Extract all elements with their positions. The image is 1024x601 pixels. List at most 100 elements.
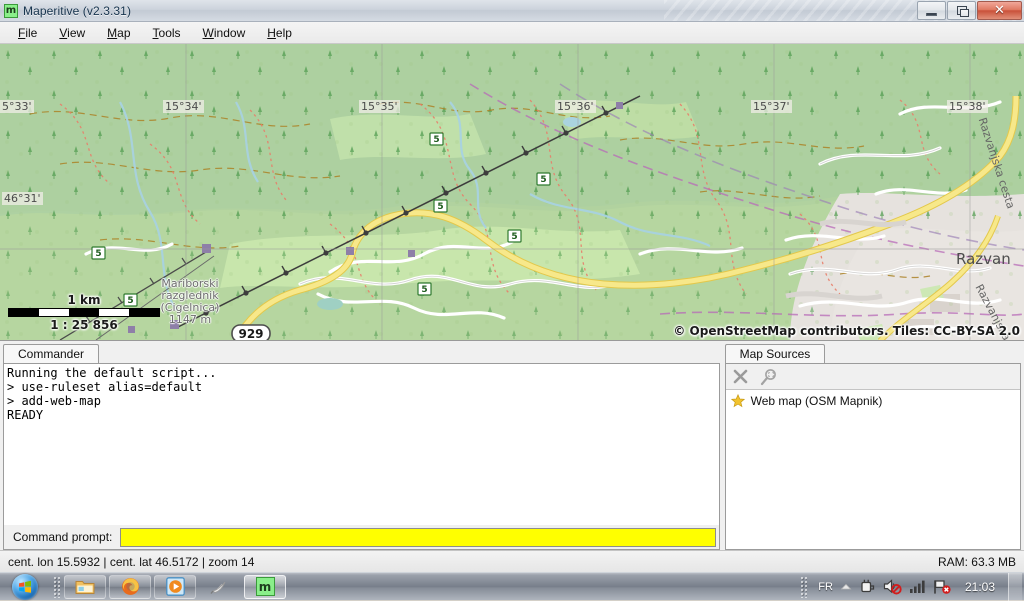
tray-grip[interactable] — [800, 575, 808, 598]
menu-view[interactable]: View — [49, 24, 95, 42]
menu-view-label: iew — [67, 25, 86, 40]
folder-icon — [75, 580, 95, 594]
remove-source-button[interactable] — [730, 366, 752, 388]
show-desktop-button[interactable] — [1008, 572, 1022, 601]
close-button[interactable]: ✕ — [977, 1, 1022, 20]
taskbar: m FR 21:03 — [0, 572, 1024, 601]
volume-muted-icon[interactable] — [883, 578, 902, 595]
svg-text:5: 5 — [421, 285, 427, 295]
svg-text:5: 5 — [511, 232, 517, 242]
scalebar-ratio: 1 : 25 856 — [50, 318, 118, 332]
list-item[interactable]: Web map (OSM Mapnik) — [726, 392, 1020, 410]
zoom-to-source-button[interactable] — [758, 366, 780, 388]
taskbar-media-player[interactable] — [154, 574, 196, 599]
lon-label-1: 15°34' — [163, 100, 204, 113]
map-sources-body: Web map (OSM Mapnik) — [724, 363, 1021, 550]
tab-map-sources[interactable]: Map Sources — [724, 344, 826, 363]
maperitive-m-icon: m — [4, 3, 18, 18]
windows-flag-icon — [19, 580, 31, 593]
lon-label-2: 15°35' — [359, 100, 400, 113]
close-icon: ✕ — [994, 3, 1005, 18]
map-canvas[interactable]: 5 5 5 5 5 5 5 929 5°33' 15°34' 15°35' 15… — [0, 44, 1024, 341]
menu-window-accel: W — [202, 25, 214, 40]
language-indicator[interactable]: FR — [818, 581, 833, 593]
scalebar-bar — [8, 308, 160, 317]
minimize-button[interactable] — [917, 1, 946, 20]
menu-file-label: ile — [25, 25, 38, 40]
svg-text:929: 929 — [238, 327, 263, 341]
menu-window[interactable]: Window — [193, 24, 256, 42]
maperitive-window: m Maperitive (v2.3.31) ✕ File View Map T… — [0, 0, 1024, 572]
map-sources-list: Web map (OSM Mapnik) — [725, 390, 1020, 549]
taskbar-grip[interactable] — [53, 575, 60, 598]
windows-logo-icon — [12, 573, 38, 600]
lon-label-0: 5°33' — [0, 100, 34, 113]
restore-icon — [956, 6, 969, 17]
svg-text:5: 5 — [540, 175, 546, 185]
tab-commander[interactable]: Commander — [3, 344, 100, 363]
scalebar-distance: 1 km — [67, 293, 101, 307]
docked-panels-area: Commander Running the default script... … — [0, 341, 1024, 550]
lat-label-0: 46°31' — [2, 192, 43, 205]
menubar: File View Map Tools Window Help — [0, 22, 1024, 44]
place-label-razvanje: Razvan — [956, 250, 1011, 268]
system-tray: FR 21:03 — [796, 572, 1024, 601]
taskbar-explorer[interactable] — [64, 574, 106, 599]
status-coordinates: cent. lon 15.5932 | cent. lat 46.5172 | … — [8, 554, 255, 569]
poi-label-line-4: 1147 m — [168, 313, 212, 326]
menu-view-accel: V — [59, 25, 68, 40]
map-source-label: Web map (OSM Mapnik) — [750, 394, 883, 408]
taskbar-clock[interactable]: 21:03 — [959, 580, 1001, 594]
lon-label-5: 15°38' — [947, 100, 988, 113]
menu-tools[interactable]: Tools — [143, 24, 191, 42]
map-sources-panel: Map Sources Web map (OSM Mapnik) — [724, 344, 1021, 550]
commander-panel: Commander Running the default script... … — [3, 344, 720, 550]
menu-file[interactable]: File — [8, 24, 47, 42]
menu-map-label: ap — [117, 25, 131, 40]
firefox-icon — [121, 578, 139, 595]
menu-help-accel: H — [267, 25, 276, 40]
show-hidden-icon[interactable] — [840, 582, 852, 592]
command-prompt-label: Command prompt: — [13, 530, 113, 544]
map-scalebar: 1 km 1 : 25 856 — [8, 293, 160, 332]
taskbar-unknown[interactable] — [199, 575, 241, 599]
menu-help[interactable]: Help — [257, 24, 302, 42]
search-icon — [760, 368, 776, 385]
menu-window-label: indow — [213, 25, 246, 40]
status-ram: RAM: 63.3 MB — [937, 554, 1016, 569]
lon-label-3: 15°36' — [555, 100, 596, 113]
menu-map[interactable]: Map — [97, 24, 140, 42]
start-button[interactable] — [1, 573, 49, 600]
lon-label-4: 15°37' — [751, 100, 792, 113]
road-shield-929: 929 — [231, 324, 271, 341]
svg-text:5: 5 — [95, 249, 101, 259]
svg-text:5: 5 — [433, 135, 439, 145]
svg-text:5: 5 — [437, 202, 443, 212]
media-player-icon — [165, 577, 185, 596]
minimize-icon — [926, 12, 937, 16]
commander-body: Running the default script... > use-rule… — [3, 363, 720, 550]
map-sources-tabstrip: Map Sources — [724, 344, 1021, 363]
window-controls: ✕ — [916, 1, 1022, 20]
commander-tabstrip: Commander — [3, 344, 720, 363]
signal-bars-icon[interactable] — [909, 579, 926, 594]
statusbar: cent. lon 15.5932 | cent. lat 46.5172 | … — [0, 550, 1024, 572]
close-icon — [733, 369, 748, 384]
map-attribution: © OpenStreetMap contributors. Tiles: CC-… — [673, 324, 1020, 338]
quill-icon — [210, 581, 226, 594]
command-prompt-input[interactable] — [120, 527, 716, 547]
power-plug-icon[interactable] — [859, 578, 876, 595]
taskbar-maperitive[interactable]: m — [244, 574, 286, 599]
menu-tools-label: ools — [158, 25, 181, 40]
menu-map-accel: M — [107, 25, 118, 40]
taskbar-firefox[interactable] — [109, 574, 151, 599]
menu-help-label: elp — [275, 25, 292, 40]
restore-button[interactable] — [947, 1, 976, 20]
titlebar: m Maperitive (v2.3.31) ✕ — [0, 0, 1024, 22]
network-error-icon[interactable] — [933, 579, 952, 595]
star-icon — [730, 394, 745, 408]
maperitive-m-icon: m — [255, 577, 275, 596]
commander-console-output[interactable]: Running the default script... > use-rule… — [4, 364, 719, 525]
map-sources-toolbar — [725, 364, 1020, 390]
command-prompt-row: Command prompt: — [4, 525, 719, 549]
